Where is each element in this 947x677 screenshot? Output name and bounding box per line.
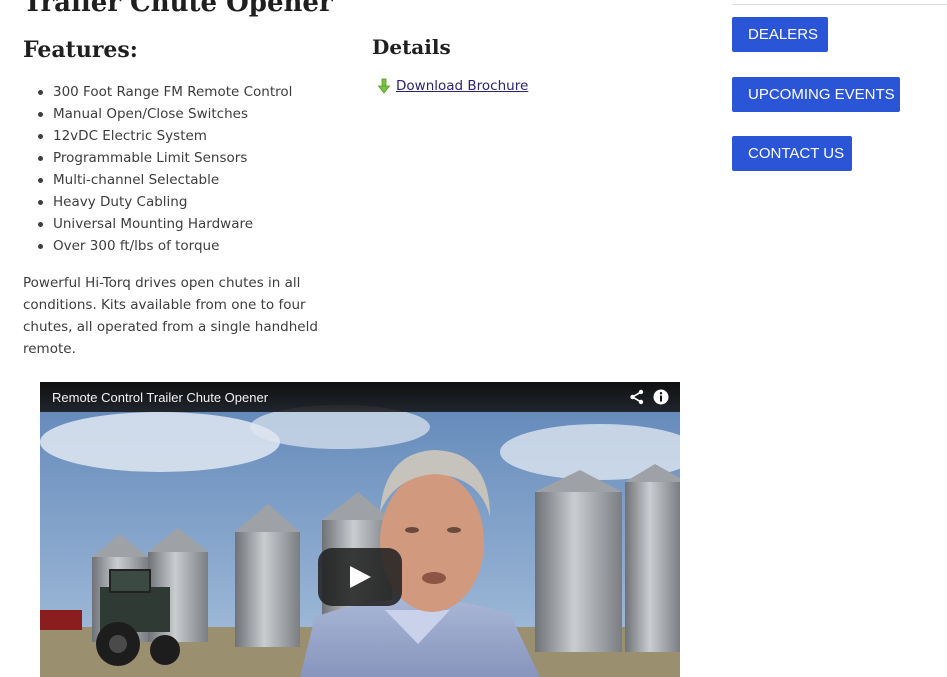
- info-icon[interactable]: [653, 389, 669, 405]
- page-title: Trailer Chute Opener: [23, 0, 333, 18]
- play-icon: [350, 566, 371, 588]
- video-title-bar: Remote Control Trailer Chute Opener: [40, 382, 680, 412]
- video-player[interactable]: Remote Control Trailer Chute Opener: [40, 382, 680, 677]
- features-heading: Features:: [23, 37, 138, 63]
- list-item: Over 300 ft/lbs of torque: [38, 235, 292, 257]
- brochure-download[interactable]: Download Brochure: [377, 78, 528, 94]
- contact-us-button[interactable]: CONTACT US: [732, 136, 852, 171]
- dealers-button[interactable]: DEALERS: [732, 17, 828, 52]
- list-item: Universal Mounting Hardware: [38, 213, 292, 235]
- play-button[interactable]: [318, 548, 402, 606]
- features-list: 300 Foot Range FM Remote Control Manual …: [38, 81, 292, 257]
- list-item: Heavy Duty Cabling: [38, 191, 292, 213]
- download-brochure-link[interactable]: Download Brochure: [396, 78, 528, 94]
- share-icon[interactable]: [629, 389, 645, 405]
- list-item: 300 Foot Range FM Remote Control: [38, 81, 292, 103]
- list-item: 12vDC Electric System: [38, 125, 292, 147]
- list-item: Multi-channel Selectable: [38, 169, 292, 191]
- video-thumbnail: [40, 382, 680, 677]
- list-item: Programmable Limit Sensors: [38, 147, 292, 169]
- download-arrow-icon: [377, 78, 391, 94]
- upcoming-events-button[interactable]: UPCOMING EVENTS: [732, 77, 900, 112]
- list-item: Manual Open/Close Switches: [38, 103, 292, 125]
- page: Trailer Chute Opener Features: 300 Foot …: [0, 0, 947, 677]
- video-title[interactable]: Remote Control Trailer Chute Opener: [52, 390, 268, 405]
- sidebar-divider: [732, 4, 947, 5]
- product-description: Powerful Hi-Torq drives open chutes in a…: [23, 275, 318, 357]
- details-heading: Details: [372, 35, 451, 59]
